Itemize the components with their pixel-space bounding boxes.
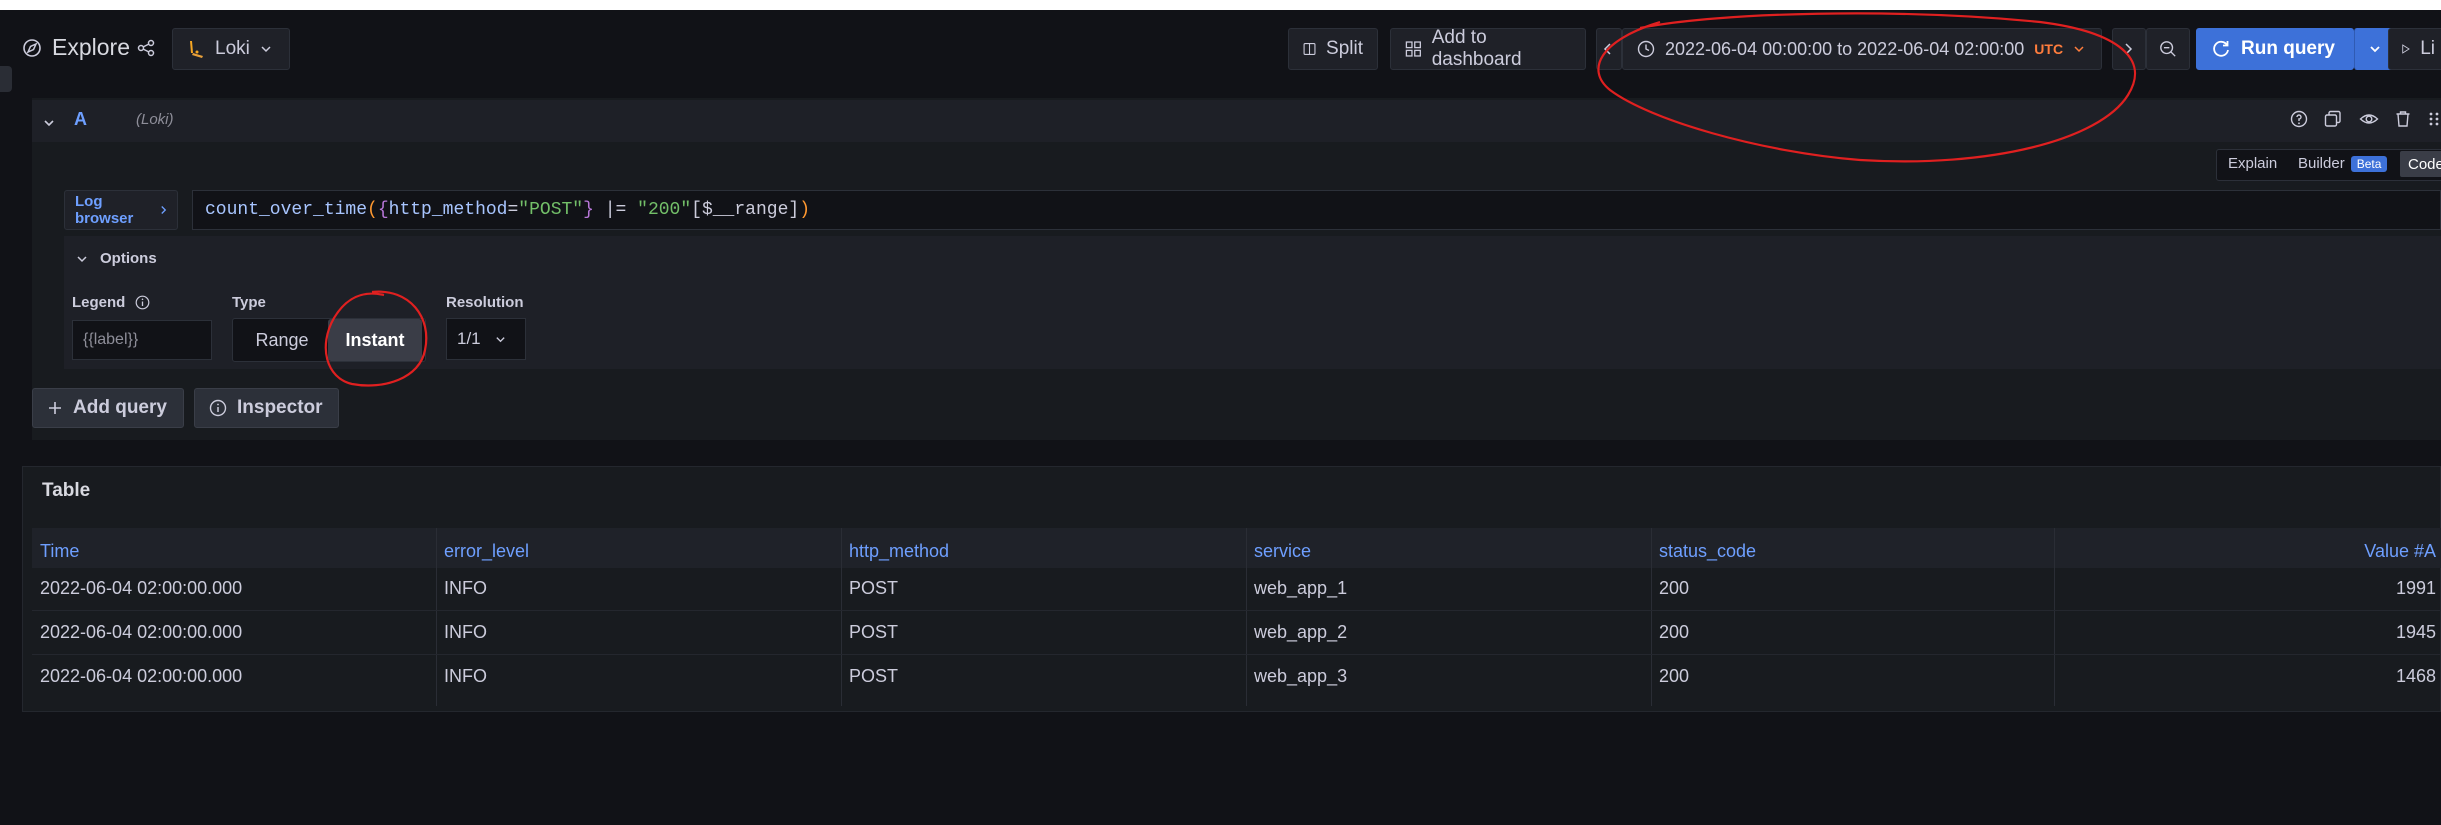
time-range-annotation-ellipse — [1597, 12, 2137, 163]
red-annotation-overlay — [324, 12, 2137, 387]
instant-annotation-circle — [324, 290, 428, 387]
